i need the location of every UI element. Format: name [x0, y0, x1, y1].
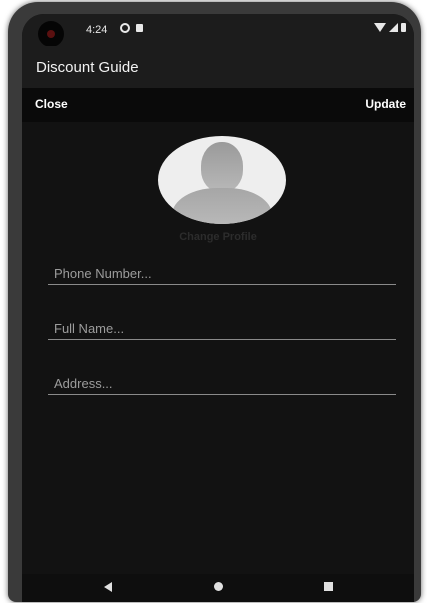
full-name-input[interactable]: [48, 321, 396, 336]
status-bar: 4:24: [22, 14, 414, 47]
full-name-field: [48, 309, 396, 340]
app-screen: 4:24 Discount Guide Close Update Change …: [22, 14, 414, 602]
phone-field: [48, 254, 396, 285]
home-icon[interactable]: [214, 582, 223, 591]
app-bar: Discount Guide: [22, 46, 414, 88]
address-field: [48, 364, 396, 395]
profile-avatar[interactable]: [158, 136, 286, 224]
notification-icon: [120, 23, 130, 33]
status-left-icons: [120, 23, 143, 33]
person-icon: [201, 142, 243, 192]
wifi-icon: [374, 23, 386, 32]
person-body-icon: [172, 188, 272, 224]
back-icon[interactable]: [104, 582, 112, 592]
close-button[interactable]: Close: [35, 97, 68, 111]
battery-icon: [401, 23, 406, 32]
address-input[interactable]: [48, 376, 396, 391]
recents-icon[interactable]: [324, 582, 333, 591]
phone-input[interactable]: [48, 266, 396, 281]
sim-icon: [136, 24, 143, 32]
action-bar: Close Update: [22, 88, 414, 122]
signal-icon: [389, 23, 398, 32]
change-profile-link[interactable]: Change Profile: [22, 231, 414, 243]
update-button[interactable]: Update: [365, 97, 406, 111]
status-time: 4:24: [86, 24, 108, 36]
front-camera: [38, 21, 64, 47]
navigation-bar: [22, 574, 414, 602]
status-right-icons: [374, 23, 406, 32]
app-title: Discount Guide: [36, 59, 139, 76]
